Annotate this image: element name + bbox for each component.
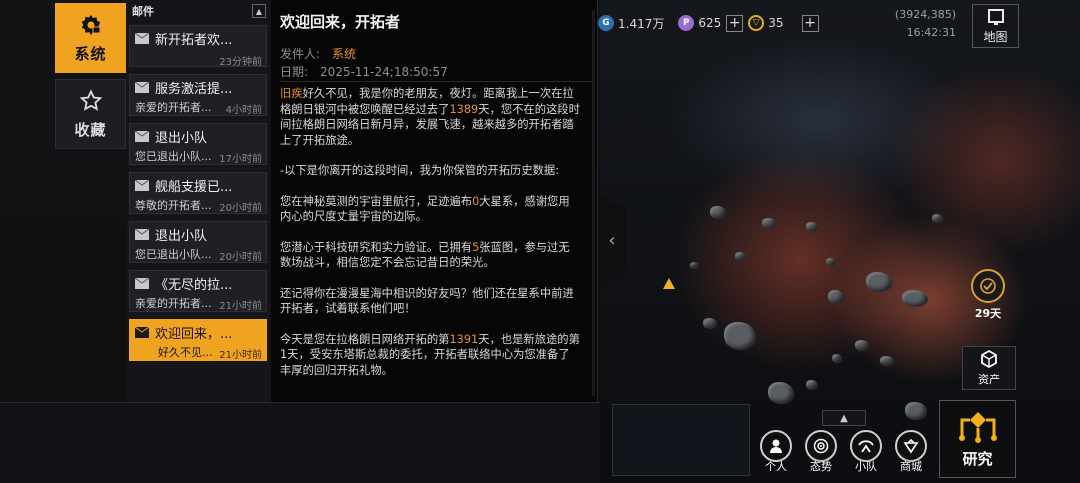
mail-time: 17小时前	[219, 154, 262, 165]
squad-button[interactable]: 小队	[847, 430, 885, 480]
mail-list-title: 邮件	[132, 5, 154, 18]
envelope-icon	[134, 130, 150, 142]
premium-icon: P	[678, 15, 695, 31]
map-label: 地图	[983, 29, 1008, 44]
mail-item[interactable]: 服务激活提... 亲爱的开拓者... 4小时前	[129, 74, 267, 116]
mail-subject: 《无尽的拉...	[155, 278, 233, 293]
bottom-strip	[0, 402, 600, 483]
research-icon	[958, 411, 997, 443]
scrollbar[interactable]	[592, 10, 595, 396]
credits-icon: G	[598, 15, 614, 31]
mail-time: 23分钟前	[219, 57, 262, 68]
mail-paragraph: 今天是您在拉格朗日网络开拓的第1391天，也是新旅途的第1天，受安东塔斯总裁的委…	[280, 332, 580, 377]
mail-time: 20小时前	[219, 203, 262, 214]
minimap[interactable]	[612, 404, 750, 476]
envelope-icon	[134, 228, 150, 240]
category-favorites-label: 收藏	[74, 121, 107, 139]
days-button[interactable]: 29天	[968, 269, 1008, 321]
personal-label: 个人	[765, 460, 787, 473]
add-resource-2-button[interactable]: +	[726, 14, 744, 32]
collapse-list-button[interactable]: ▲	[252, 4, 266, 18]
add-resource-3-button[interactable]: +	[801, 14, 819, 32]
sender-value: 系统	[332, 47, 357, 61]
coordinates: (3924,385)	[894, 8, 956, 21]
chevron-up-button[interactable]: ▲	[822, 410, 866, 426]
assets-label: 资产	[978, 373, 1000, 386]
mail-subject: 退出小队	[155, 131, 208, 146]
envelope-icon	[134, 32, 150, 44]
mail-item-selected[interactable]: 欢迎回来，... 好久不见... 21小时前	[129, 319, 267, 361]
mail-subject: 服务激活提...	[155, 82, 233, 97]
mail-item[interactable]: 舰船支援已... 尊敬的开拓者... 20小时前	[129, 172, 267, 214]
mail-sender-row: 发件人: 系统	[280, 45, 356, 62]
date-value: 2025-11-24;18:50:57	[320, 65, 448, 79]
mail-list-header: 邮件 ▲	[127, 0, 271, 22]
assets-button[interactable]: 资产	[962, 346, 1016, 390]
mail-time: 21小时前	[219, 301, 262, 312]
divider	[280, 81, 592, 82]
mail-paragraph: 您在神秘莫测的宇宙里航行，足迹遍布0大星系，感谢您用内心的尺度丈量宇宙的边际。	[280, 194, 570, 224]
mail-paragraph: 您潜心于科技研究和实力验证。已拥有5张蓝图，参与过无数场战斗，相信您定不会忘记昔…	[280, 240, 570, 270]
shop-label: 商城	[900, 460, 922, 473]
mail-subject: 新开拓者欢...	[155, 33, 233, 48]
resource-1-value: 1.417万	[618, 16, 665, 31]
mail-preview: 亲爱的开拓者...	[135, 101, 212, 114]
squad-label: 小队	[855, 460, 877, 473]
collapse-panel-button[interactable]: ‹	[598, 195, 626, 285]
cube-icon	[981, 349, 997, 369]
mail-paragraph: 旧疾好久不见，我是你的老朋友，夜灯。距离我上一次在拉格朗日银河中被您唤醒已经过去…	[280, 87, 580, 147]
ship-marker[interactable]	[663, 278, 675, 289]
mail-subject: 舰船支援已...	[155, 180, 233, 195]
mail-title: 欢迎回来，开拓者	[280, 13, 401, 31]
research-button[interactable]: 研究	[939, 400, 1016, 478]
check-in-icon	[971, 269, 1005, 303]
mail-preview: 您已退出小队...	[135, 150, 212, 163]
mail-subject: 退出小队	[155, 229, 208, 244]
sender-label: 发件人:	[280, 47, 321, 61]
mail-item[interactable]: 《无尽的拉... 亲爱的开拓者... 21小时前	[129, 270, 267, 312]
days-label: 29天	[974, 307, 1002, 320]
mail-list-panel: 邮件 ▲ 新开拓者欢... 23分钟前 服务激活提... 亲爱的开拓者... 4…	[127, 0, 271, 402]
envelope-icon	[134, 277, 150, 289]
map-button[interactable]: 地图	[972, 4, 1019, 48]
mail-preview: 亲爱的开拓者...	[135, 297, 212, 310]
resource-3-value: 35	[768, 16, 784, 30]
research-label: 研究	[962, 449, 993, 468]
personal-button[interactable]: 个人	[757, 430, 795, 480]
star-icon	[78, 88, 104, 114]
mail-preview: 尊敬的开拓者...	[135, 199, 212, 212]
mail-time: 4小时前	[225, 105, 262, 116]
mail-item[interactable]: 退出小队 您已退出小队... 20小时前	[129, 221, 267, 263]
date-label: 日期:	[280, 65, 309, 79]
category-system-tab[interactable]: 系统	[55, 3, 126, 73]
envelope-icon	[134, 179, 150, 191]
situation-label: 态势	[810, 460, 832, 473]
mail-content-panel: 欢迎回来，开拓者 发件人: 系统 日期: 2025-11-24;18:50:57 旧…	[271, 0, 598, 402]
envelope-icon	[134, 81, 150, 93]
resource-bar: G 1.417万 P 625 + ▽ 35 +	[598, 10, 831, 36]
clock: 16:42:31	[906, 26, 956, 39]
situation-button[interactable]: 态势	[802, 430, 840, 480]
mail-paragraph: 还记得你在漫漫星海中相识的好友吗？他们还在星系中前进开拓者，试着联系他们吧！	[280, 286, 574, 316]
resource-2-value: 625	[698, 16, 722, 30]
mail-time: 21小时前	[219, 350, 262, 361]
mail-body: 旧疾好久不见，我是你的老朋友，夜灯。距离我上一次在拉格朗日银河中被您唤醒已经过去…	[280, 86, 580, 393]
mail-subject: 欢迎回来，...	[155, 327, 233, 342]
gear-icon	[78, 12, 104, 38]
category-system-label: 系统	[74, 45, 107, 63]
mail-time: 20小时前	[219, 252, 262, 263]
envelope-icon	[134, 326, 150, 338]
mail-paragraph: -以下是你离开的这段时间，我为你保管的开拓历史数据:	[280, 164, 560, 177]
token-icon: ▽	[748, 15, 765, 31]
category-favorites-tab[interactable]: 收藏	[55, 79, 126, 149]
shop-button[interactable]: 商城	[892, 430, 930, 480]
mail-preview: 您已退出小队...	[135, 248, 212, 261]
mail-item[interactable]: 新开拓者欢... 23分钟前	[129, 25, 267, 68]
mail-preview: 好久不见...	[158, 346, 213, 359]
mail-item[interactable]: 退出小队 您已退出小队... 17小时前	[129, 123, 267, 165]
mail-date-row: 日期: 2025-11-24;18:50:57	[280, 63, 448, 80]
map-icon	[987, 8, 1004, 25]
